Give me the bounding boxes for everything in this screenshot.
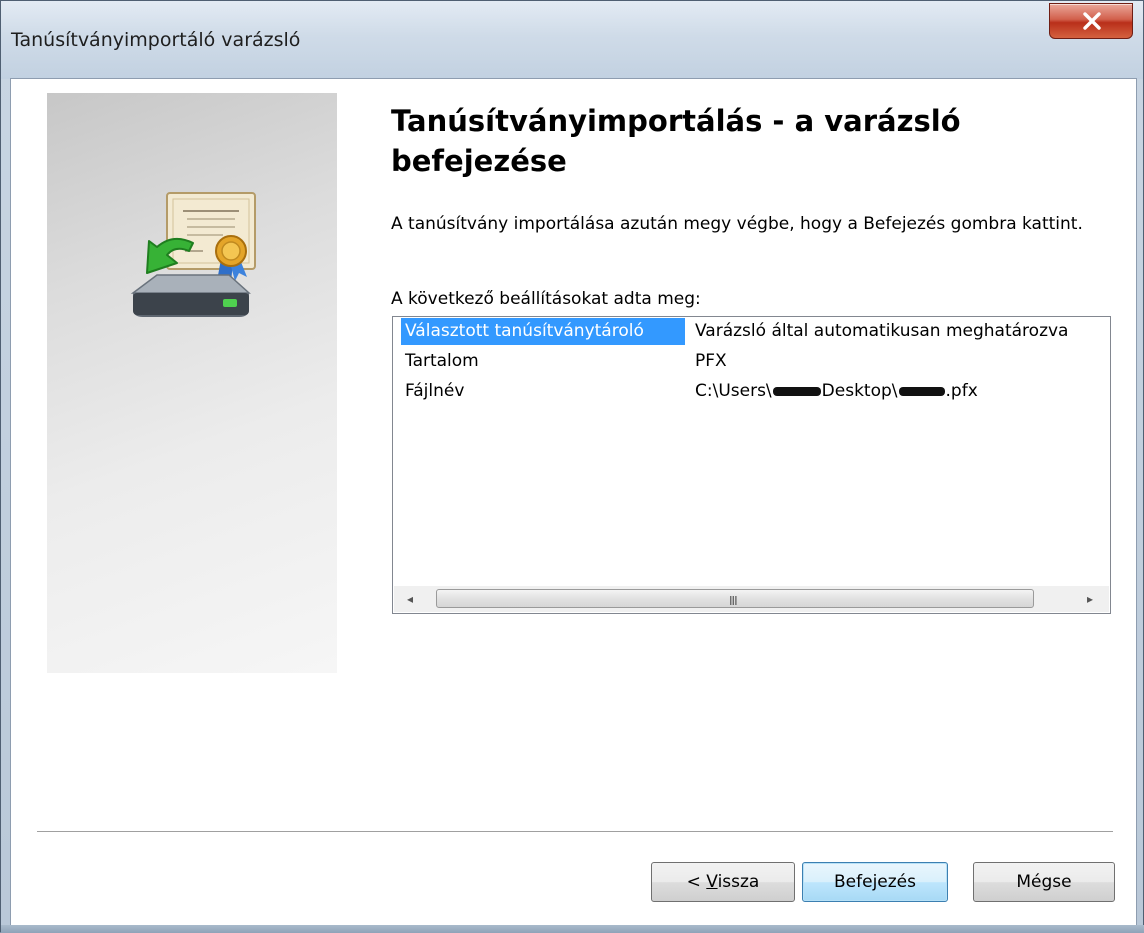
footer-separator [37,831,1113,833]
wizard-side-panel [47,93,337,673]
setting-name: Tartalom [405,351,479,371]
path-middle: Desktop\ [821,381,898,401]
window-title: Tanúsítványimportáló varázsló [11,29,301,51]
page-heading: Tanúsítványimportálás - a varázsló befej… [391,104,961,178]
page-description: A tanúsítvány importálása azután megy vé… [391,214,1083,234]
setting-name: Fájlnév [405,381,465,401]
scroll-grip-icon: III [729,594,738,608]
setting-value-filepath: C:\Users\ Desktop\ .pfx [695,381,978,401]
list-row[interactable]: Választott tanúsítványtároló Varázsló ál… [393,317,1110,347]
scroll-right-icon[interactable]: ▸ [1078,586,1102,612]
scroll-left-icon[interactable]: ◂ [398,586,422,612]
back-prefix: < [686,872,707,892]
setting-value: Varázsló által automatikusan meghatározv… [695,321,1069,341]
close-icon [1083,12,1101,30]
scroll-thumb[interactable]: III [436,589,1034,608]
path-suffix: .pfx [945,381,978,401]
wizard-window: Tanúsítványimportáló varázsló Tanúsítván… [0,0,1144,933]
certificate-import-icon [130,192,256,317]
list-row[interactable]: Fájlnév C:\Users\ Desktop\ .pfx [393,377,1110,407]
redacted-username [772,386,821,396]
title-bar[interactable]: Tanúsítványimportáló varázsló [1,1,1143,79]
finish-button[interactable]: Befejezés [802,862,948,902]
cancel-button[interactable]: Mégse [973,862,1115,902]
back-accelerator: V [706,872,718,892]
settings-list[interactable]: Választott tanúsítványtároló Varázsló ál… [392,316,1111,614]
setting-value: PFX [695,351,727,371]
list-row[interactable]: Tartalom PFX [393,347,1110,377]
back-rest: issza [717,872,760,892]
settings-label: A következő beállításokat adta meg: [391,289,701,309]
close-button[interactable] [1049,3,1133,39]
redacted-filename [898,386,945,396]
horizontal-scrollbar[interactable]: ◂ III ▸ [394,586,1109,612]
path-prefix: C:\Users\ [695,381,772,401]
wizard-content: Tanúsítványimportálás - a varázsló befej… [10,78,1137,927]
setting-name: Választott tanúsítványtároló [405,321,644,341]
back-button[interactable]: < Vissza [651,862,795,902]
